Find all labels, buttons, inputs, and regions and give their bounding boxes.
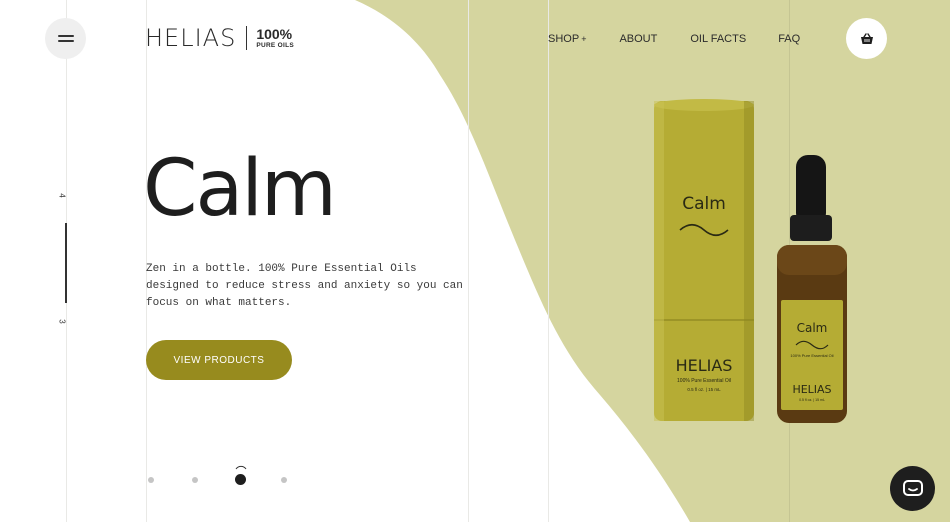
hamburger-icon (57, 35, 74, 42)
cart-button[interactable] (846, 18, 887, 59)
chat-button[interactable] (890, 466, 935, 511)
tube-volume: 0.5 fl oz. | 15 mL (687, 387, 721, 392)
pagination-dot[interactable] (281, 477, 287, 483)
product-bottle: Calm 100% Pure Essential Oil HELIAS 0.5 … (777, 155, 847, 423)
bottle-sub: 100% Pure Essential Oil (790, 353, 833, 358)
progress-arc-icon (235, 465, 247, 470)
brand-tag-main: 100% (256, 25, 293, 42)
main-nav: SHOP + ABOUT OIL FACTS FAQ (548, 33, 800, 45)
grid-line (548, 0, 549, 522)
slide-index-current: 3 (57, 319, 67, 324)
menu-button[interactable] (45, 18, 86, 59)
brand-tag-sub: PURE OILS (256, 41, 295, 49)
product-image: Calm HELIAS 100% Pure Essential Oil 0.5 … (654, 99, 847, 423)
plus-icon: + (581, 34, 587, 44)
slide-progress-line (65, 223, 67, 303)
nav-item-faq[interactable]: FAQ (778, 33, 800, 45)
nav-item-oil-facts[interactable]: OIL FACTS (690, 33, 746, 45)
logo-divider (246, 26, 248, 50)
tube-label: Calm (682, 194, 726, 214)
tube-sub: 100% Pure Essential Oil (677, 378, 731, 384)
bottle-volume: 0.5 fl oz. | 15 mL (799, 398, 825, 402)
bottle-label: Calm (797, 321, 828, 335)
brand-tag: 100% PURE OILS (256, 27, 294, 50)
nav-item-about[interactable]: ABOUT (619, 33, 657, 45)
product-tube: Calm HELIAS 100% Pure Essential Oil 0.5 … (654, 99, 754, 421)
tube-brand: HELIAS (676, 356, 733, 375)
brand-logo[interactable]: HELIAS 100% PURE OILS (145, 24, 294, 52)
view-products-button[interactable]: VIEW PRODUCTS (146, 340, 292, 380)
bottle-brand: HELIAS (792, 383, 831, 396)
slide-index-next: 4 (57, 193, 67, 198)
pagination (0, 465, 300, 488)
slide-indicator: 4 3 (55, 185, 77, 345)
hero-title: Calm (143, 144, 337, 234)
pagination-dot[interactable] (192, 477, 198, 483)
brand-name: HELIAS (145, 24, 237, 52)
hero-description: Zen in a bottle. 100% Pure Essential Oil… (146, 263, 463, 309)
pagination-dot[interactable] (148, 477, 154, 483)
nav-item-shop-label: SHOP (548, 33, 580, 45)
chat-icon (902, 479, 923, 496)
nav-item-shop[interactable]: SHOP + (548, 33, 586, 45)
basket-icon (860, 32, 873, 44)
pagination-dot-active[interactable] (235, 474, 246, 485)
